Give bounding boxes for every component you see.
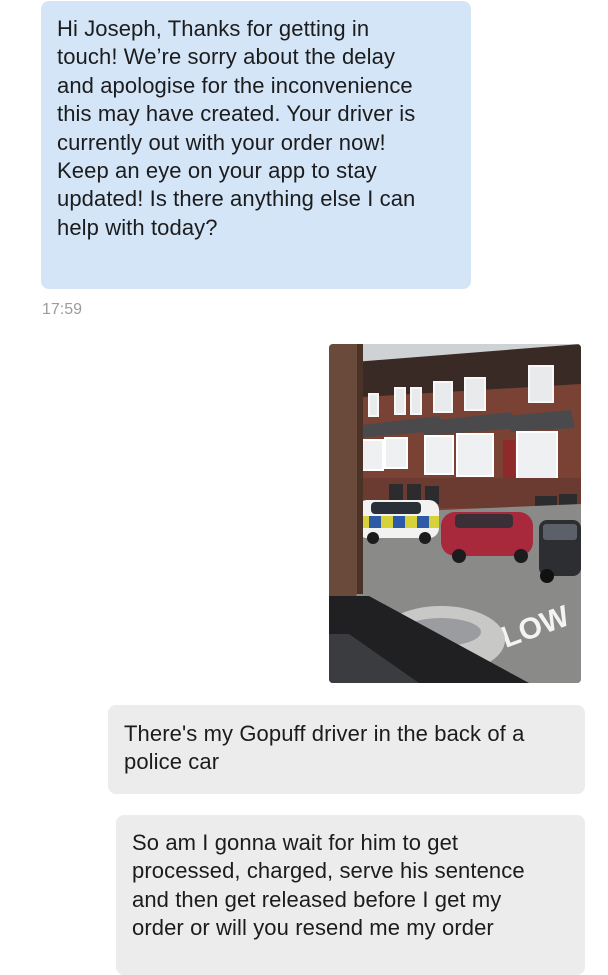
incoming-message-bubble[interactable]: Hi Joseph, Thanks for getting in touch! … [41,1,471,289]
message-text-line: currently out with your order now! [57,129,386,155]
outgoing-message-bubble[interactable]: There's my Gopuff driver in the back of … [108,705,585,794]
message-text-line: There's my Gopuff driver in the back of … [124,721,525,746]
message-timestamp: 17:59 [42,301,83,318]
message-text-line: So am I gonna wait for him to get [132,830,459,855]
message-text-line: Keep an eye on your app to stay [57,158,377,184]
message-text-line: processed, charged, serve his sentence [132,858,525,884]
street-photo-image: SLOW [329,344,581,683]
outgoing-message-bubble[interactable]: So am I gonna wait for him to get proces… [116,815,585,975]
message-text-line: police car [124,749,220,775]
message-text-line: and then get released before I get my [132,886,502,912]
message-text-line: order or will you resend me my order [132,915,494,941]
photo-attachment[interactable]: SLOW [329,344,581,683]
message-text-line: and apologise for the inconvenience [57,72,413,98]
message-text-line: touch! We’re sorry about the delay [57,44,396,70]
message-text-line: Hi Joseph, Thanks for getting in [57,16,370,41]
message-text-line: this may have created. Your driver is [57,101,416,127]
message-text-line: updated! Is there anything else I can [57,186,416,212]
message-text-line: help with today? [57,214,218,240]
